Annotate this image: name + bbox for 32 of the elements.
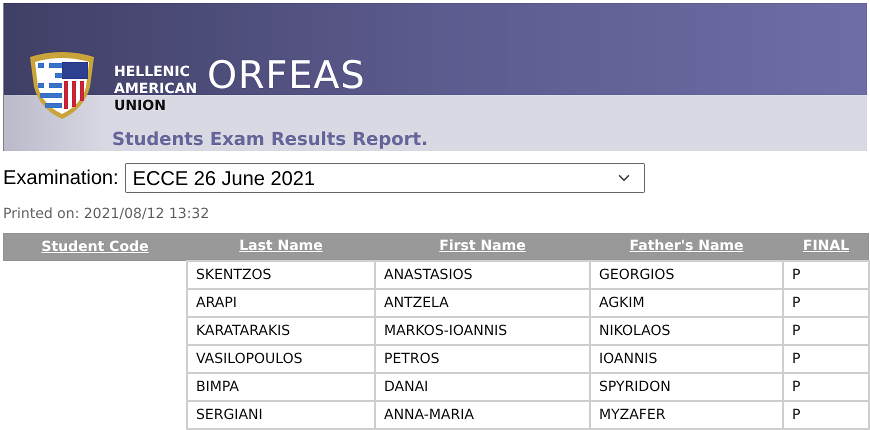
examination-select[interactable]: ECCE 26 June 2021 xyxy=(124,163,645,193)
table-cell: ANTZELA xyxy=(375,289,590,317)
table-cell: VASILOPOULOS xyxy=(187,345,375,373)
org-name-line: HELLENIC xyxy=(114,64,191,81)
table-cell: P xyxy=(783,401,869,429)
table-cell: MARKOS-IOANNIS xyxy=(375,317,590,345)
table-cell: SPYRIDON xyxy=(590,373,783,401)
table-cell: P xyxy=(783,317,869,345)
org-name-line: AMERICAN xyxy=(114,81,198,98)
table-cell: ANASTASIOS xyxy=(375,261,590,289)
table-cell: ANNA-MARIA xyxy=(375,401,590,429)
table-cell: P xyxy=(783,289,869,317)
table-cell: DANAI xyxy=(375,373,590,401)
table-cell: IOANNIS xyxy=(590,345,783,373)
org-name-line: UNION xyxy=(114,98,167,115)
table-cell: KARATARAKIS xyxy=(187,317,375,345)
table-cell: PETROS xyxy=(375,345,590,373)
report-title: Students Exam Results Report. xyxy=(112,128,428,152)
table-cell: NIKOLAOS xyxy=(590,317,783,345)
table-cell: P xyxy=(783,261,869,289)
table-cell: GEORGIOS xyxy=(590,261,783,289)
table-cell: SERGIANI xyxy=(187,401,375,429)
table-cell: ARAPI xyxy=(187,289,375,317)
table-cell: P xyxy=(783,345,869,373)
table-cell: BIMPA xyxy=(187,373,375,401)
table-cell: AGKIM xyxy=(590,289,783,317)
table-cell: MYZAFER xyxy=(590,401,783,429)
table-cell: P xyxy=(783,373,869,401)
examination-label: Examination: xyxy=(3,166,119,191)
printed-date: Printed on: 2021/08/12 13:32 xyxy=(3,205,210,224)
product-name: ORFEAS xyxy=(207,56,366,94)
table-cell: SKENTZOS xyxy=(187,261,375,289)
